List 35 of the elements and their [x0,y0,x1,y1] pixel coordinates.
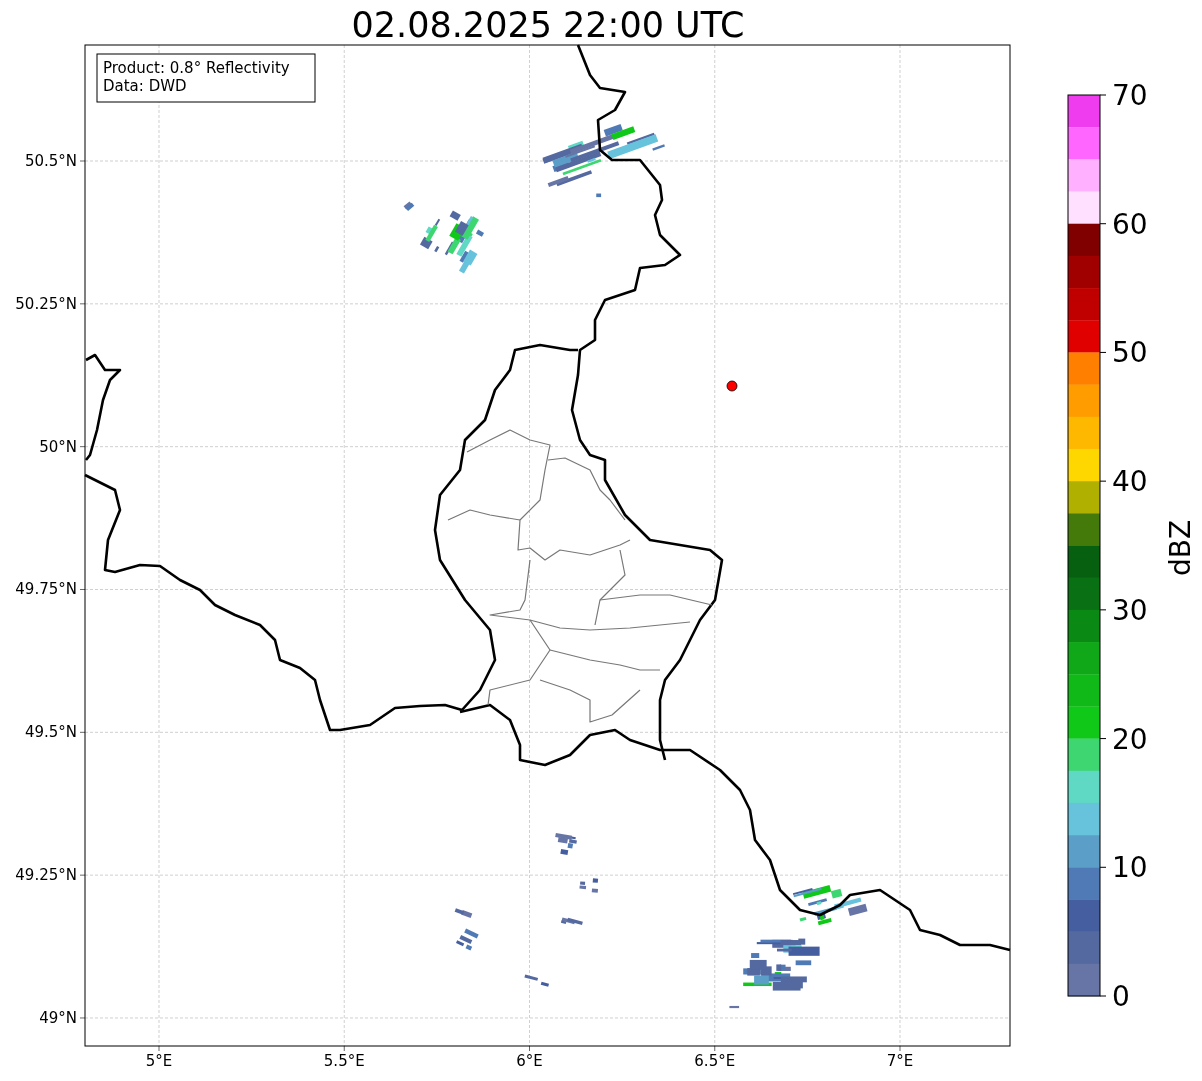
radar-echo-drawing [403,201,415,212]
radar-echo-drawing [524,974,549,987]
radar-echo-drawing [555,832,577,855]
colorbar-tick-label: 0 [1112,980,1130,1013]
longitude-label: 6°E [516,1052,543,1070]
longitude-label: 7°E [886,1052,914,1070]
radar-echo-drawing [454,908,473,919]
info-text: Product: 0.8° Reflectivity [103,59,290,77]
radar-echo-drawing [579,878,599,893]
radar-site-marker [726,380,738,392]
radar-echo-drawing [596,193,602,198]
latitude-label: 49°N [39,1009,77,1027]
latitude-label: 49.25°N [15,866,77,885]
latitude-label: 49.75°N [15,580,77,599]
radar-echo-drawing [455,928,479,951]
colorbar-tick-label: 50 [1112,336,1148,370]
longitude-label: 5.5°E [323,1052,365,1070]
colorbar-tick-label: 20 [1112,722,1148,756]
latitude-label: 50.5°N [24,152,77,170]
colorbar-tick-label: 70 [1112,79,1148,112]
radar-echo-drawing [729,1005,740,1009]
colorbar-tick-label: 10 [1112,851,1148,885]
longitude-label: 6.5°E [694,1052,736,1070]
longitude-label: 5°E [145,1052,173,1070]
latitude-label: 50.25°N [15,294,77,313]
colorbar-tick-label: 40 [1112,465,1148,499]
radar-echo-drawing [560,917,583,926]
latitude-label: 49.5°N [24,723,77,742]
radar-echo-drawing [419,210,485,274]
colorbar-label: dBZ [1164,519,1197,577]
colorbar-tick-label: 30 [1112,593,1148,627]
info-text: Data: DWD [103,77,187,95]
colorbar-tick-label: 60 [1112,207,1148,241]
chart-title: 02.08.2025 22:00 UTC [351,5,745,45]
latitude-label: 50°N [39,437,77,456]
